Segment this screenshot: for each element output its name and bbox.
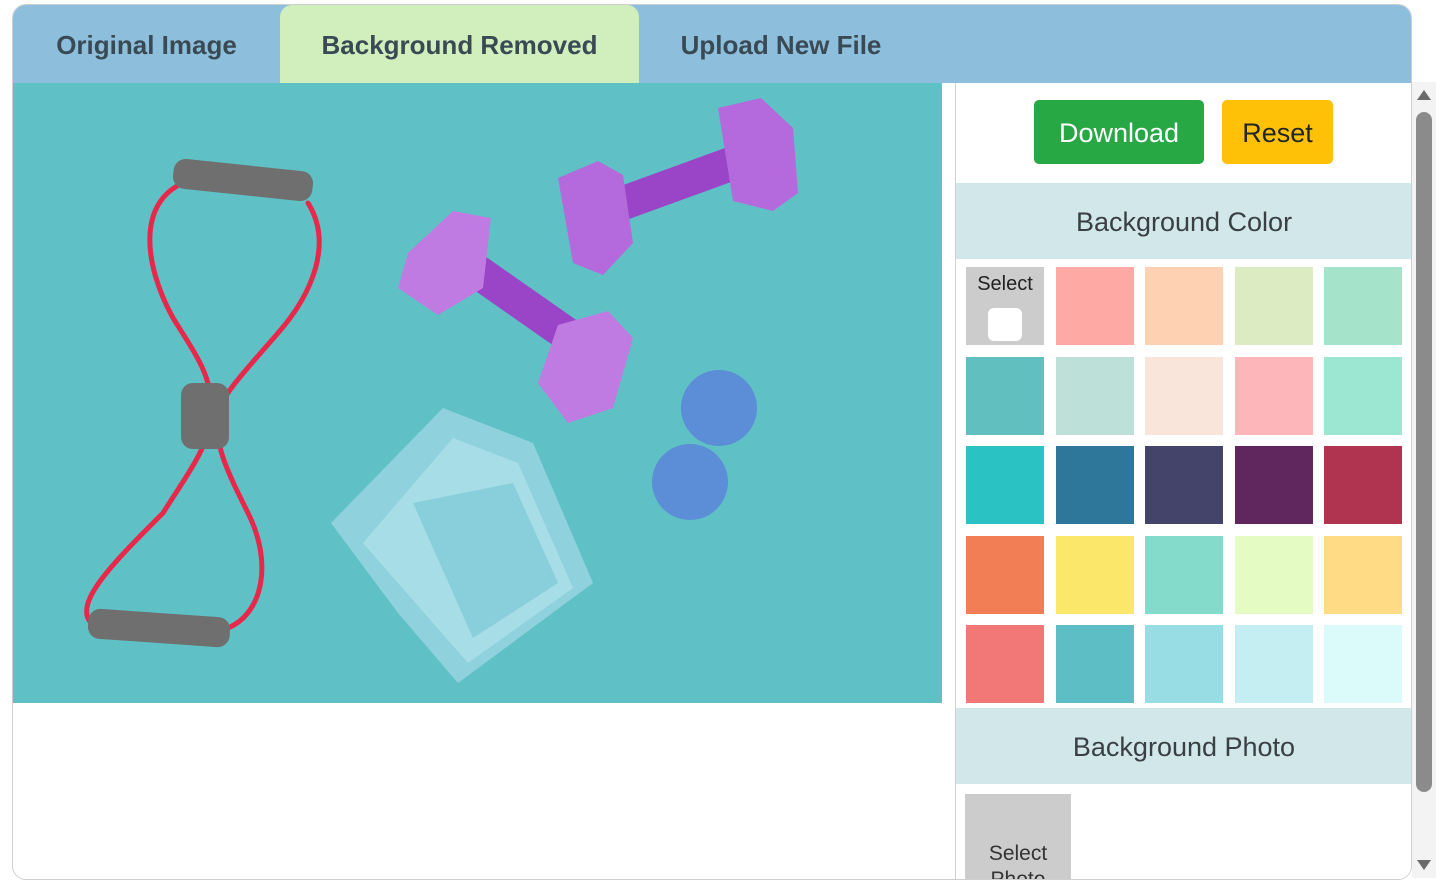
color-swatch[interactable] xyxy=(1324,446,1402,524)
color-swatch[interactable] xyxy=(1324,267,1402,345)
custom-color-label: Select xyxy=(977,273,1033,295)
color-swatch[interactable] xyxy=(966,356,1044,435)
color-swatch[interactable] xyxy=(966,535,1044,614)
color-swatch[interactable] xyxy=(1145,535,1223,614)
download-button[interactable]: Download xyxy=(1034,100,1204,164)
color-swatch[interactable] xyxy=(1145,446,1223,524)
scrollbar-thumb[interactable] xyxy=(1416,112,1432,792)
color-swatch[interactable] xyxy=(1234,535,1313,614)
color-swatch[interactable] xyxy=(1234,267,1313,345)
background-color-heading: Background Color xyxy=(956,183,1411,259)
color-swatch[interactable] xyxy=(1055,356,1134,435)
app-window: Original Image Background Removed Upload… xyxy=(12,4,1412,880)
reset-button[interactable]: Reset xyxy=(1222,100,1333,164)
color-swatch[interactable] xyxy=(966,446,1044,524)
custom-color-picker[interactable]: Select xyxy=(966,267,1044,345)
color-swatch[interactable] xyxy=(1324,625,1402,703)
options-panel: Download Reset Background Color Select B… xyxy=(955,83,1411,879)
color-swatch[interactable] xyxy=(1234,356,1313,435)
color-swatch[interactable] xyxy=(1055,625,1134,703)
tab-background-removed[interactable]: Background Removed xyxy=(280,5,639,83)
color-swatch[interactable] xyxy=(1145,356,1223,435)
band-grip-middle xyxy=(181,383,229,449)
color-swatch[interactable] xyxy=(1055,267,1134,345)
band-handle-bottom xyxy=(87,608,231,648)
color-swatch[interactable] xyxy=(1055,446,1134,524)
dumbbell-upper xyxy=(558,98,798,275)
fitness-equipment-image xyxy=(84,98,798,683)
tab-original-image[interactable]: Original Image xyxy=(13,5,280,83)
massage-ball xyxy=(652,370,757,520)
custom-color-chip xyxy=(988,308,1022,341)
band-handle-top xyxy=(173,158,313,202)
background-photo-heading: Background Photo xyxy=(956,708,1411,784)
panel-scrollbar[interactable] xyxy=(1412,82,1436,878)
image-preview xyxy=(13,83,942,703)
color-swatch[interactable] xyxy=(966,625,1044,703)
color-swatch[interactable] xyxy=(1145,267,1223,345)
color-swatch[interactable] xyxy=(1055,535,1134,614)
color-swatch[interactable] xyxy=(1234,446,1313,524)
select-photo-label: Select Photo xyxy=(988,842,1048,879)
select-photo-button[interactable]: Select Photo xyxy=(965,794,1071,879)
scroll-up-arrow-icon[interactable] xyxy=(1417,90,1431,100)
tab-bar: Original Image Background Removed Upload… xyxy=(13,5,1411,83)
color-swatch[interactable] xyxy=(1324,356,1402,435)
color-swatch[interactable] xyxy=(1324,535,1402,614)
color-swatch[interactable] xyxy=(1145,625,1223,703)
scroll-down-arrow-icon[interactable] xyxy=(1417,860,1431,870)
tab-upload-new-file[interactable]: Upload New File xyxy=(639,5,923,83)
folded-band xyxy=(331,408,593,683)
color-swatch[interactable] xyxy=(1234,625,1313,703)
